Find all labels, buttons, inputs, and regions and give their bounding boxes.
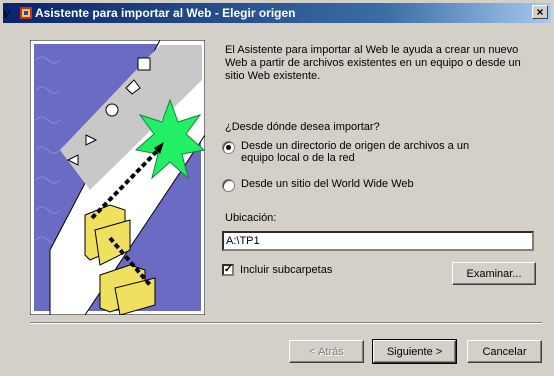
include-subfolders-checkbox[interactable]: ✓ [222, 264, 234, 276]
close-button[interactable]: × [532, 5, 548, 19]
corner-glyph: V [3, 10, 10, 21]
wizard-illustration [30, 40, 205, 315]
include-subfolders-label[interactable]: Incluir subcarpetas [240, 264, 332, 276]
location-input[interactable] [222, 231, 534, 251]
frontpage-app-icon [20, 7, 32, 19]
close-icon: × [536, 5, 544, 19]
dialog-window: V Asistente para importar al Web - Elegi… [0, 0, 554, 376]
title-bar[interactable]: V Asistente para importar al Web - Elegi… [3, 3, 551, 23]
window-title: Asistente para importar al Web - Elegir … [35, 6, 296, 20]
next-button[interactable]: Siguiente > [372, 339, 457, 364]
option-world-wide-web-label[interactable]: Desde un sitio del World Wide Web [241, 178, 414, 190]
radio-local-directory[interactable] [222, 141, 235, 154]
browse-button[interactable]: Examinar... [452, 262, 536, 285]
option-local-directory-label[interactable]: Desde un directorio de origen de archivo… [241, 140, 501, 164]
cancel-button[interactable]: Cancelar [467, 340, 542, 363]
footer-separator [30, 322, 542, 324]
back-button[interactable]: < Atrás [289, 340, 364, 363]
radio-world-wide-web[interactable] [222, 179, 235, 192]
option-local-directory[interactable]: Desde un directorio de origen de archivo… [222, 140, 501, 164]
option-world-wide-web[interactable]: Desde un sitio del World Wide Web [222, 178, 414, 192]
location-label: Ubicación: [225, 212, 277, 224]
include-subfolders-row[interactable]: ✓ Incluir subcarpetas [222, 264, 332, 276]
import-question: ¿Desde dónde desea importar? [225, 121, 380, 133]
intro-text: El Asistente para importar al Web le ayu… [225, 44, 521, 82]
